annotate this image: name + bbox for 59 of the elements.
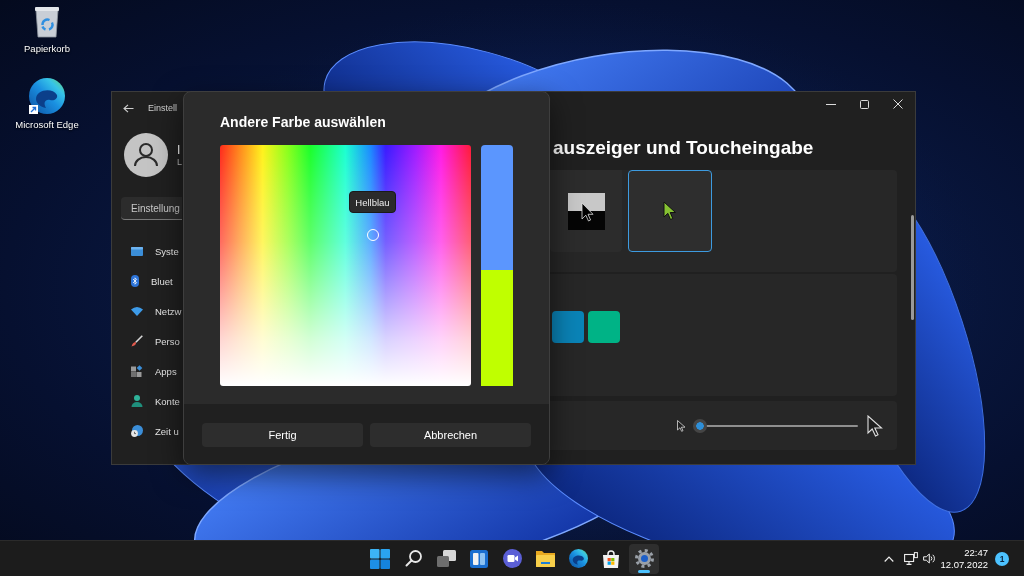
cursor-size-slider[interactable] [693,418,858,433]
clock-button[interactable]: 22:47 12.07.2022 [940,546,988,571]
done-button[interactable]: Fertig [202,423,363,447]
swirl-icon[interactable] [29,78,65,114]
monitor-icon [131,246,143,256]
nav-item[interactable]: Apps [121,356,183,386]
window-title: Einstell [148,103,177,113]
cursor-icon [663,201,677,221]
recycle-bin-icon[interactable] [33,6,61,38]
speaker-icon[interactable] [923,553,936,564]
bluetooth-icon [131,275,139,287]
person-icon [131,395,143,407]
small-cursor-icon [677,419,686,432]
user-name: I [177,142,182,157]
chevron-up-icon[interactable] [884,555,895,562]
brush-icon [131,335,143,347]
color-swatch[interactable] [552,311,584,343]
gear-icon [634,549,654,568]
cursor-style-option[interactable] [550,170,622,252]
wifi-icon [131,306,143,316]
cancel-button[interactable]: Abbrechen [370,423,531,447]
settings-button[interactable] [629,543,659,574]
user-avatar-icon [124,133,168,177]
nav-item[interactable]: Zeit u [121,416,183,446]
network-icon[interactable] [904,552,919,565]
color-spectrum[interactable]: Hellblau [220,145,471,386]
large-cursor-icon [867,414,883,437]
color-swatch[interactable] [588,311,620,343]
color-name-tooltip: Hellblau [349,191,396,213]
nav-item[interactable]: Perso [121,326,183,356]
nav-item[interactable]: Konte [121,386,183,416]
back-arrow-icon[interactable] [123,103,134,113]
maximize-icon[interactable] [860,99,869,109]
notification-badge[interactable]: 1 [995,551,1009,566]
user-subtitle: L [177,156,182,168]
nav-item[interactable]: Netzw [121,296,183,326]
dialog-title: Andere Farbe auswählen [220,113,387,131]
search-field[interactable]: Einstellung [121,197,182,220]
apps-grid-icon [131,365,143,377]
overlapping-squares-icon [436,550,456,567]
folder-icon [535,550,555,567]
desktop-icon-label[interactable]: Microsoft Edge [15,119,79,130]
globe-clock-icon [131,425,143,437]
nav-item[interactable]: Syste [121,236,183,266]
search-icon [404,550,422,567]
inverted-cursor-icon [567,192,605,230]
shortcut-arrow-icon [29,105,38,114]
page-title: auszeiger und Toucheingabe [552,136,815,160]
video-camera-icon [502,549,522,568]
close-icon[interactable] [893,99,903,109]
desktop-icon-label[interactable]: Papierkorb [24,43,70,54]
minimize-icon[interactable] [826,103,836,105]
scrollbar[interactable] [911,215,914,320]
swirl-icon [568,549,588,568]
panels-icon [470,549,488,568]
slider-thumb[interactable] [693,418,707,433]
shopping-bag-icon [603,549,619,568]
nav-item[interactable]: Bluet [121,266,183,296]
tiles-icon [370,548,390,569]
